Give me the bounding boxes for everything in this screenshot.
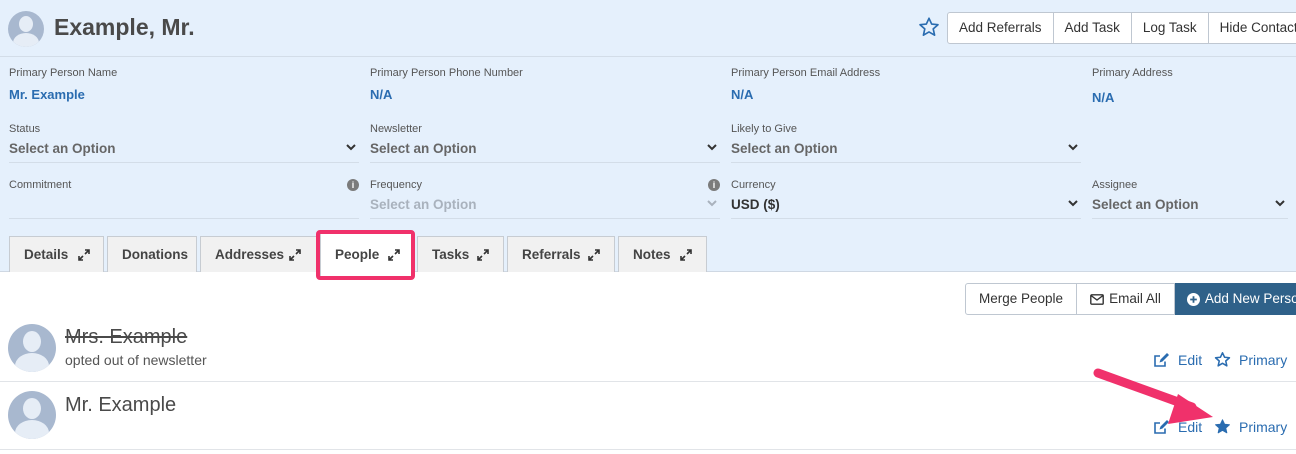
tab-label: Details <box>24 247 69 262</box>
set-primary-link[interactable]: Primary <box>1214 351 1287 368</box>
info-icon[interactable]: i <box>347 179 359 191</box>
primary-label: Primary <box>1239 351 1288 368</box>
person-subtitle: opted out of newsletter <box>65 352 207 368</box>
tab-label: Donations <box>122 247 188 262</box>
primary-email-value[interactable]: N/A <box>731 87 880 102</box>
select-label: Commitment <box>9 179 72 191</box>
newsletter-select[interactable]: Newsletter Select an Option <box>370 123 720 163</box>
select-value: USD ($) <box>731 197 780 212</box>
primary-phone-value[interactable]: N/A <box>370 87 523 102</box>
add-new-person-label: Add New Person <box>1204 291 1296 306</box>
tab-tasks[interactable]: Tasks <box>417 236 504 272</box>
chevron-down-icon <box>1068 200 1078 207</box>
edit-label: Edit <box>1178 419 1203 435</box>
expand-icon[interactable] <box>680 249 692 261</box>
select-label: Status <box>9 123 41 135</box>
edit-label: Edit <box>1178 352 1203 368</box>
tab-notes[interactable]: Notes <box>618 236 707 272</box>
edit-person-link[interactable]: Edit <box>1153 352 1202 368</box>
field-label: Primary Person Phone Number <box>370 67 523 79</box>
edit-icon <box>1154 353 1169 367</box>
expand-icon[interactable] <box>289 249 301 261</box>
add-referrals-button[interactable]: Add Referrals <box>948 13 1054 43</box>
primary-phone-field: Primary Person Phone Number N/A <box>370 67 523 102</box>
title-row: Example, Mr. Add Referrals Add Task Log … <box>0 0 1296 57</box>
select-value: Select an Option <box>370 197 477 212</box>
contact-name: Example, Mr. <box>54 14 195 40</box>
primary-email-field: Primary Person Email Address N/A <box>731 67 880 102</box>
list-item: Mrs. Example opted out of newsletter Edi… <box>0 320 1296 382</box>
select-value: Select an Option <box>731 141 838 156</box>
envelope-icon <box>1090 293 1104 305</box>
frequency-select[interactable]: Frequency i Select an Option <box>370 179 720 219</box>
expand-icon[interactable] <box>78 249 90 261</box>
email-all-button[interactable]: Email All <box>1077 283 1175 315</box>
chevron-down-icon <box>707 144 717 151</box>
currency-select[interactable]: Currency USD ($) <box>731 179 1081 219</box>
contact-header: Example, Mr. Add Referrals Add Task Log … <box>0 0 1296 276</box>
primary-label: Primary <box>1239 418 1288 435</box>
person-name: Mr. Example <box>65 394 177 416</box>
select-label: Frequency <box>370 179 422 191</box>
chevron-down-icon <box>346 144 356 151</box>
hide-contact-button[interactable]: Hide Contact <box>1209 13 1296 43</box>
primary-person-name-link[interactable]: Mr. Example <box>9 87 117 102</box>
chevron-down-icon <box>707 200 717 207</box>
tab-label: Addresses <box>215 247 285 262</box>
expand-icon[interactable] <box>588 249 600 261</box>
star-filled-icon <box>1215 419 1230 434</box>
info-icon[interactable]: i <box>708 179 720 191</box>
field-label: Primary Person Email Address <box>731 67 881 79</box>
primary-indicator[interactable]: Primary <box>1214 418 1287 435</box>
tab-label: Referrals <box>522 247 581 262</box>
add-new-person-button[interactable]: Add New Person <box>1174 283 1296 315</box>
edit-person-link[interactable]: Edit <box>1153 419 1202 435</box>
chevron-down-icon <box>1275 200 1285 207</box>
select-label: Newsletter <box>370 123 422 135</box>
select-label: Assignee <box>1092 179 1138 191</box>
person-avatar <box>8 391 56 439</box>
primary-address-value[interactable]: N/A <box>1092 90 1173 105</box>
merge-people-label: Merge People <box>979 291 1064 306</box>
tab-addresses[interactable]: Addresses <box>200 236 317 272</box>
tab-people[interactable]: People <box>320 232 414 276</box>
people-actions: Merge People Email All Add New Person <box>965 283 1296 315</box>
select-value: Select an Option <box>1092 197 1199 212</box>
tab-details[interactable]: Details <box>9 236 104 272</box>
tab-donations[interactable]: Donations <box>107 236 197 272</box>
select-label: Currency <box>731 179 776 191</box>
field-label: Primary Person Name <box>9 67 118 79</box>
contact-avatar <box>8 11 44 47</box>
star-outline-icon[interactable] <box>918 16 940 38</box>
contact-actions: Add Referrals Add Task Log Task Hide Con… <box>947 12 1296 44</box>
status-select[interactable]: Status Select an Option <box>9 123 359 163</box>
assignee-select[interactable]: Assignee Select an Option <box>1092 179 1288 219</box>
log-task-button[interactable]: Log Task <box>1132 13 1209 43</box>
merge-people-button[interactable]: Merge People <box>965 283 1078 315</box>
person-avatar <box>8 324 56 372</box>
edit-icon <box>1154 420 1169 434</box>
list-item: Mr. Example Edit Primary <box>0 383 1296 450</box>
tab-label: People <box>335 247 380 262</box>
primary-person-name-field: Primary Person Name Mr. Example <box>9 67 117 102</box>
expand-icon[interactable] <box>388 249 400 261</box>
star-outline-icon <box>1214 351 1231 367</box>
select-value: Select an Option <box>370 141 477 156</box>
likely-to-give-select[interactable]: Likely to Give Select an Option <box>731 123 1081 163</box>
select-value: Select an Option <box>9 141 116 156</box>
chevron-down-icon <box>1068 144 1078 151</box>
tab-label: Tasks <box>432 247 470 262</box>
add-task-button[interactable]: Add Task <box>1054 13 1132 43</box>
select-label: Likely to Give <box>731 123 798 135</box>
primary-address-field: Primary Address N/A <box>1092 67 1173 105</box>
tab-label: Notes <box>633 247 671 262</box>
plus-circle-icon <box>1186 292 1200 306</box>
email-all-label: Email All <box>1109 291 1161 306</box>
tab-referrals[interactable]: Referrals <box>507 236 615 272</box>
person-name: Mrs. Example <box>65 326 188 348</box>
commitment-field[interactable]: Commitment i <box>9 179 359 219</box>
field-label: Primary Address <box>1092 67 1173 79</box>
expand-icon[interactable] <box>477 249 489 261</box>
